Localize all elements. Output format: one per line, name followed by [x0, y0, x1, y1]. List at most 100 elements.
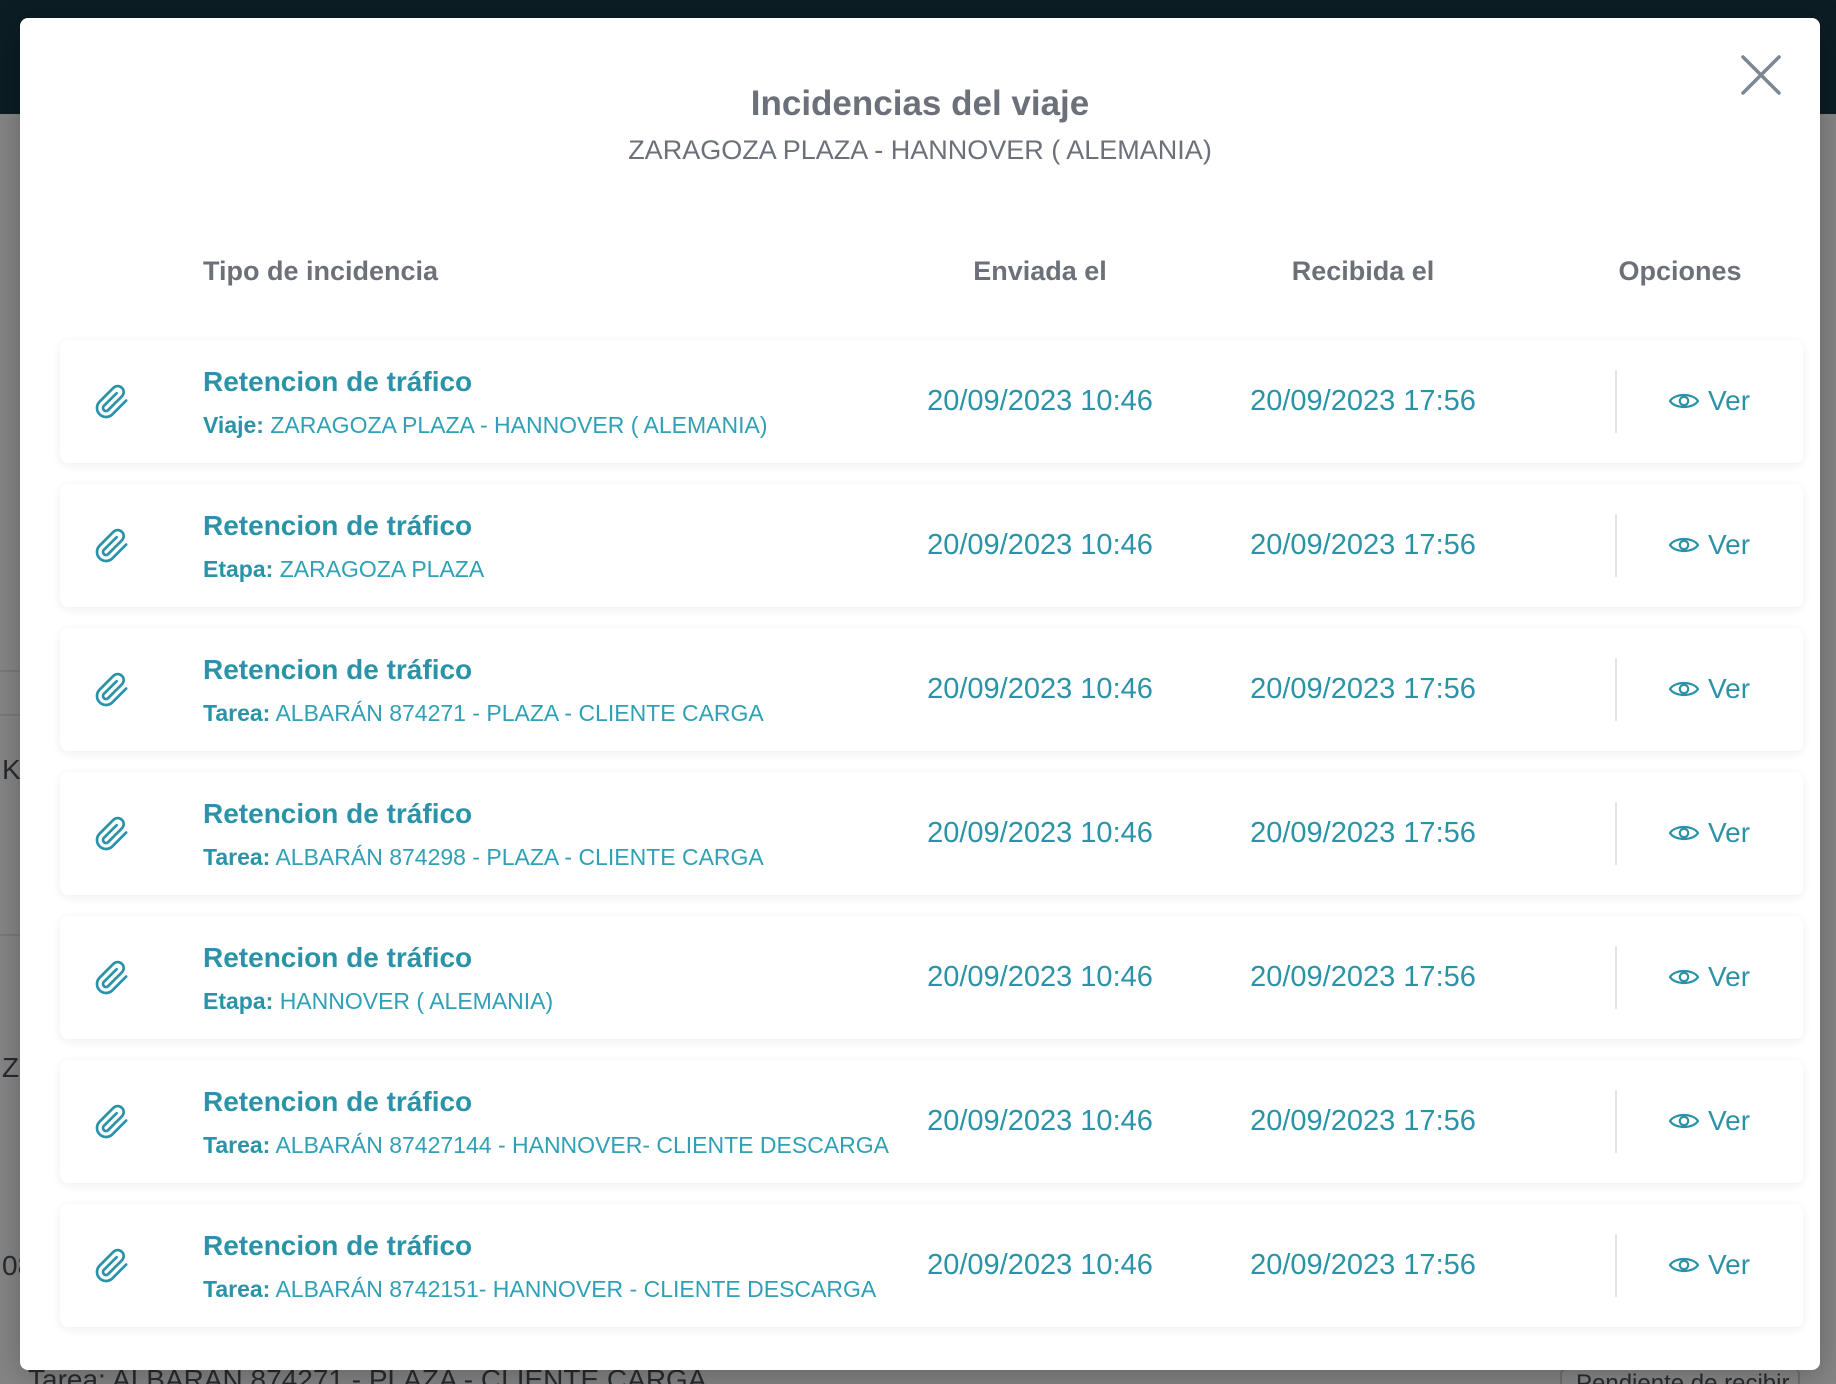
incident-type: Retencion de tráfico	[203, 1086, 473, 1117]
eye-icon	[1668, 969, 1700, 985]
view-button-label: Ver	[1708, 1105, 1751, 1136]
table-row: Retencion de tráfico Tarea: ALBARÁN 8742…	[60, 772, 1803, 895]
eye-icon	[1668, 681, 1700, 697]
eye-icon	[1668, 393, 1700, 409]
incident-scope-value: ZARAGOZA PLAZA - HANNOVER ( ALEMANIA)	[270, 412, 768, 438]
column-header-enviada: Enviada el	[973, 256, 1107, 286]
column-divider	[1615, 1090, 1617, 1153]
paperclip-icon	[95, 672, 128, 707]
attachment-button[interactable]	[94, 960, 130, 996]
view-button[interactable]: Ver	[1668, 1247, 1750, 1283]
incident-scope-value: HANNOVER ( ALEMANIA)	[279, 988, 554, 1014]
incident-scope: Etapa: ZARAGOZA PLAZA	[203, 556, 484, 583]
paperclip-icon	[95, 1248, 128, 1283]
incident-type: Retencion de tráfico	[203, 654, 473, 685]
received-date: 20/09/2023 17:56	[1250, 673, 1476, 705]
column-divider	[1615, 658, 1617, 721]
view-button-label: Ver	[1708, 385, 1751, 416]
view-button[interactable]: Ver	[1668, 383, 1750, 419]
view-button[interactable]: Ver	[1668, 527, 1750, 563]
incident-scope: Tarea: ALBARÁN 874298 - PLAZA - CLIENTE …	[203, 844, 764, 871]
incident-scope-label: Etapa:	[203, 556, 274, 582]
incident-scope-label: Viaje:	[203, 412, 264, 438]
paperclip-icon	[95, 1104, 128, 1139]
incident-scope-label: Tarea:	[203, 844, 271, 870]
incident-scope-label: Etapa:	[203, 988, 274, 1014]
incident-scope: Tarea: ALBARÁN 87427144 - HANNOVER- CLIE…	[203, 1132, 889, 1159]
sent-date: 20/09/2023 10:46	[927, 1249, 1153, 1281]
view-button-label: Ver	[1708, 673, 1751, 704]
sent-date: 20/09/2023 10:46	[927, 385, 1153, 417]
received-date: 20/09/2023 17:56	[1250, 961, 1476, 993]
table-row: Retencion de tráfico Tarea: ALBARÁN 8742…	[60, 1060, 1803, 1183]
table-row: Retencion de tráfico Viaje: ZARAGOZA PLA…	[60, 340, 1803, 463]
sent-date: 20/09/2023 10:46	[927, 673, 1153, 705]
eye-icon	[1668, 537, 1700, 553]
modal-title: Incidencias del viaje	[750, 84, 1090, 123]
incident-type: Retencion de tráfico	[203, 798, 473, 829]
incidents-list: Retencion de tráfico Viaje: ZARAGOZA PLA…	[60, 340, 1803, 1348]
view-button[interactable]: Ver	[1668, 671, 1750, 707]
incident-scope: Tarea: ALBARÁN 8742151- HANNOVER - CLIEN…	[203, 1276, 876, 1303]
incident-scope: Etapa: HANNOVER ( ALEMANIA)	[203, 988, 553, 1015]
attachment-button[interactable]	[94, 1248, 130, 1284]
column-header-tipo: Tipo de incidencia	[203, 256, 439, 286]
received-date: 20/09/2023 17:56	[1250, 817, 1476, 849]
incident-scope-value: ALBARÁN 8742151- HANNOVER - CLIENTE DESC…	[275, 1276, 877, 1302]
modal-subtitle: ZARAGOZA PLAZA - HANNOVER ( ALEMANIA)	[628, 135, 1212, 165]
column-divider	[1615, 514, 1617, 577]
table-row: Retencion de tráfico Tarea: ALBARÁN 8742…	[60, 1204, 1803, 1327]
view-button-label: Ver	[1708, 817, 1751, 848]
received-date: 20/09/2023 17:56	[1250, 385, 1476, 417]
incident-type: Retencion de tráfico	[203, 1230, 473, 1261]
view-button-label: Ver	[1708, 1249, 1751, 1280]
view-button[interactable]: Ver	[1668, 959, 1750, 995]
attachment-button[interactable]	[94, 672, 130, 708]
view-button-label: Ver	[1708, 529, 1751, 560]
sent-date: 20/09/2023 10:46	[927, 1105, 1153, 1137]
incident-scope-label: Tarea:	[203, 1276, 271, 1302]
incident-scope: Viaje: ZARAGOZA PLAZA - HANNOVER ( ALEMA…	[203, 412, 768, 439]
attachment-button[interactable]	[94, 384, 130, 420]
view-button[interactable]: Ver	[1668, 1103, 1750, 1139]
incident-scope-value: ALBARÁN 87427144 - HANNOVER- CLIENTE DES…	[275, 1132, 889, 1158]
incident-scope-value: ZARAGOZA PLAZA	[279, 556, 485, 582]
sent-date: 20/09/2023 10:46	[927, 961, 1153, 993]
paperclip-icon	[95, 384, 128, 419]
incident-type: Retencion de tráfico	[203, 510, 473, 541]
attachment-button[interactable]	[94, 528, 130, 564]
column-divider	[1615, 1234, 1617, 1297]
attachment-button[interactable]	[94, 1104, 130, 1140]
table-row: Retencion de tráfico Etapa: ZARAGOZA PLA…	[60, 484, 1803, 607]
paperclip-icon	[95, 960, 128, 995]
column-divider	[1615, 802, 1617, 865]
incident-scope: Tarea: ALBARÁN 874271 - PLAZA - CLIENTE …	[203, 700, 764, 727]
incidents-modal: Incidencias del viaje ZARAGOZA PLAZA - H…	[20, 18, 1820, 1370]
paperclip-icon	[95, 528, 128, 563]
attachment-button[interactable]	[94, 816, 130, 852]
incident-scope-value: ALBARÁN 874271 - PLAZA - CLIENTE CARGA	[275, 700, 764, 726]
incident-type: Retencion de tráfico	[203, 942, 473, 973]
received-date: 20/09/2023 17:56	[1250, 1249, 1476, 1281]
eye-icon	[1668, 1257, 1700, 1273]
sent-date: 20/09/2023 10:46	[927, 817, 1153, 849]
eye-icon	[1668, 825, 1700, 841]
table-row: Retencion de tráfico Tarea: ALBARÁN 8742…	[60, 628, 1803, 751]
incident-scope-label: Tarea:	[203, 1132, 271, 1158]
view-button[interactable]: Ver	[1668, 815, 1750, 851]
view-button-label: Ver	[1708, 961, 1751, 992]
paperclip-icon	[95, 816, 128, 851]
incident-type: Retencion de tráfico	[203, 366, 473, 397]
incident-scope-label: Tarea:	[203, 700, 271, 726]
column-header-opciones: Opciones	[1618, 256, 1742, 286]
incident-scope-value: ALBARÁN 874298 - PLAZA - CLIENTE CARGA	[275, 844, 764, 870]
column-header-recibida: Recibida el	[1291, 256, 1435, 286]
column-divider	[1615, 370, 1617, 433]
received-date: 20/09/2023 17:56	[1250, 529, 1476, 561]
table-header: Tipo de incidencia Enviada el Recibida e…	[20, 256, 1820, 296]
sent-date: 20/09/2023 10:46	[927, 529, 1153, 561]
table-row: Retencion de tráfico Etapa: HANNOVER ( A…	[60, 916, 1803, 1039]
eye-icon	[1668, 1113, 1700, 1129]
column-divider	[1615, 946, 1617, 1009]
received-date: 20/09/2023 17:56	[1250, 1105, 1476, 1137]
